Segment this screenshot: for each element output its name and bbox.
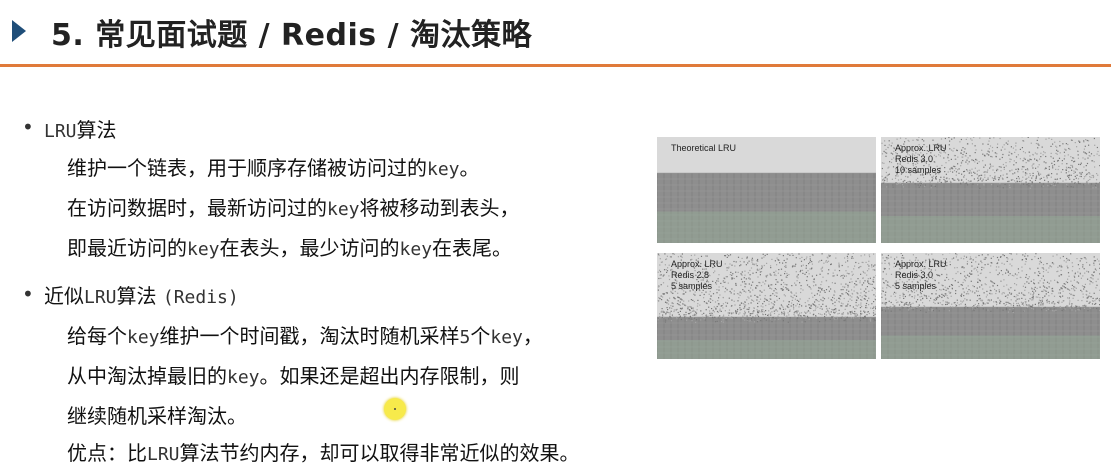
section-heading-lru: LRU算法 [44,118,117,142]
panel-label: Approx. LRU Redis 2.8 5 samples [671,259,723,291]
panel-theoretical-lru: Theoretical LRU [657,137,876,243]
bullet-icon: • [22,282,34,306]
text-line: 给每个key维护一个时间戳，淘汰时随机采样5个key， [67,324,543,348]
panel-label: Theoretical LRU [671,143,737,153]
text-line: 从中淘汰掉最旧的key。如果还是超出内存限制，则 [67,364,520,388]
text-line: 在访问数据时，最新访问过的key将被移动到表头， [67,196,520,220]
text-line: 维护一个链表，用于顺序存储被访问过的key。 [67,156,480,180]
panel-redis30-5-samples: Approx. LRU Redis 3.0 5 samples [881,253,1100,359]
panel-redis28-5-samples: Approx. LRU Redis 2.8 5 samples [657,253,876,359]
slide-title: 5. 常见面试题 / Redis / 淘汰策略 [51,18,532,53]
pointer-highlight [384,398,406,420]
text-line: 优点：比LRU算法节约内存，却可以取得非常近似的效果。 [67,441,580,465]
slide-body: • LRU算法 维护一个链表，用于顺序存储被访问过的key。 在访问数据时，最新… [0,67,650,472]
section-heading-approx-lru: 近似LRU算法 (Redis) [44,284,239,308]
panel-label: Approx. LRU Redis 3.0 5 samples [895,259,947,291]
text-line: 继续随机采样淘汰。 [67,404,247,428]
bullet-icon: • [22,115,34,139]
panel-label: Approx. LRU Redis 3.0 10 samples [895,143,947,175]
text-line: 即最近访问的key在表头，最少访问的key在表尾。 [67,236,513,260]
lru-comparison-figure: Theoretical LRU Approx. LRU Redis 3.0 10… [657,137,1100,359]
panel-redis30-10-samples: Approx. LRU Redis 3.0 10 samples [881,137,1100,243]
slide-header: 5. 常见面试题 / Redis / 淘汰策略 [0,0,1111,64]
triangle-bullet-icon [12,20,26,42]
